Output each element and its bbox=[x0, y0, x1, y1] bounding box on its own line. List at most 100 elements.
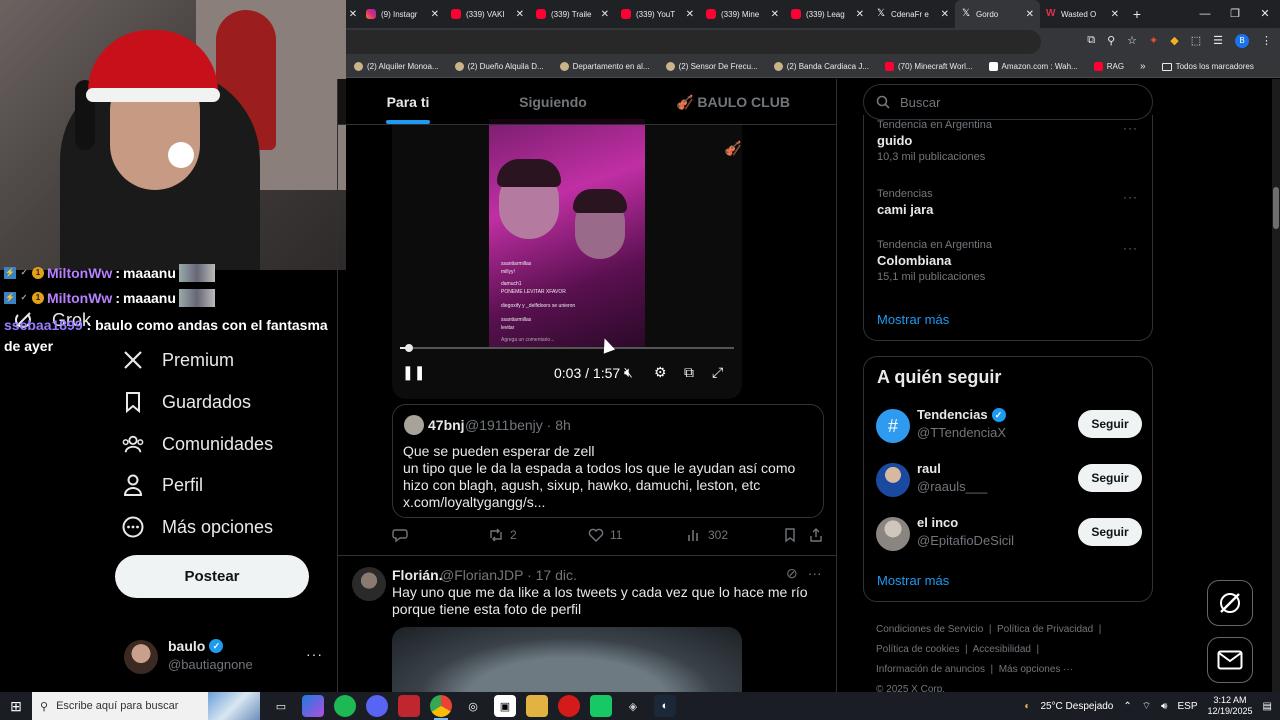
mute-icon[interactable]: 🔇︎ bbox=[624, 364, 633, 381]
messages-floating-button[interactable] bbox=[1207, 637, 1253, 683]
close-tab-icon[interactable]: ✕ bbox=[1026, 9, 1034, 20]
follow-suggestion[interactable]: # Tendencias ✓ @TTendenciaX Seguir bbox=[876, 407, 1144, 447]
browser-menu-icon[interactable]: ⋮ bbox=[1261, 34, 1272, 48]
task-view-icon[interactable]: ▭ bbox=[270, 695, 292, 717]
scrollbar-thumb[interactable] bbox=[1273, 187, 1279, 229]
bookmark-item[interactable]: (70) Minecraft Worl... bbox=[877, 62, 981, 71]
show-more-link[interactable]: Mostrar más bbox=[877, 573, 949, 588]
minimize-icon[interactable]: — bbox=[1190, 0, 1220, 28]
bookmark-star-icon[interactable]: ☆ bbox=[1127, 34, 1137, 48]
close-tab-icon[interactable]: ✕ bbox=[856, 9, 864, 20]
tray-overflow-icon[interactable]: ⌃ bbox=[1123, 701, 1131, 712]
copilot-icon[interactable] bbox=[302, 695, 324, 717]
pause-icon[interactable]: ❚❚ bbox=[402, 364, 425, 381]
video-progress-knob[interactable] bbox=[404, 344, 413, 352]
bookmark-item[interactable]: RAG bbox=[1086, 62, 1132, 71]
close-tab-icon[interactable]: ✕ bbox=[771, 9, 779, 20]
browser-tab[interactable]: (339) YouT ✕ bbox=[615, 0, 700, 28]
kick-icon[interactable] bbox=[590, 695, 612, 717]
reading-list-icon[interactable]: ☰ bbox=[1213, 34, 1223, 48]
close-window-icon[interactable]: ✕ bbox=[1250, 0, 1280, 28]
windows-start-icon[interactable]: ⊞ bbox=[0, 698, 32, 715]
footer-link[interactable]: Política de Privacidad bbox=[997, 624, 1093, 635]
bookmark-button[interactable] bbox=[782, 527, 798, 543]
share-button[interactable] bbox=[808, 527, 824, 543]
tab-siguiendo[interactable]: Siguiendo bbox=[508, 79, 598, 125]
bookmarks-overflow-button[interactable]: » bbox=[1132, 61, 1154, 72]
bookmark-item[interactable]: Departamento en al... bbox=[552, 62, 658, 71]
all-bookmarks-folder[interactable]: Todos los marcadores bbox=[1154, 62, 1262, 71]
tab-para-ti[interactable]: Para ti bbox=[378, 79, 438, 125]
tab-baulo-club[interactable]: 🎻 BAULO CLUB🎻 bbox=[668, 79, 798, 156]
chrome-icon[interactable] bbox=[430, 695, 452, 720]
profile-avatar[interactable]: B bbox=[1235, 34, 1249, 48]
url-field[interactable] bbox=[346, 30, 1041, 54]
footer-link[interactable]: Accesibilidad bbox=[973, 644, 1031, 655]
app-icon[interactable]: ◈ bbox=[622, 695, 644, 717]
close-tab-icon[interactable]: ✕ bbox=[601, 9, 609, 20]
nav-perfil[interactable]: Perfil bbox=[122, 472, 203, 498]
browser-tab[interactable]: (339) Leag ✕ bbox=[785, 0, 870, 28]
footer-link[interactable]: Política de cookies bbox=[876, 644, 959, 655]
like-button[interactable]: 11 bbox=[588, 527, 622, 543]
page-scrollbar[interactable] bbox=[1272, 79, 1280, 692]
weather-text[interactable]: 25°C Despejado bbox=[1040, 701, 1113, 712]
restore-icon[interactable]: ❐ bbox=[1220, 0, 1250, 28]
picture-in-picture-icon[interactable]: ⧉ bbox=[684, 364, 694, 381]
new-tab-button[interactable]: + bbox=[1125, 6, 1149, 22]
browser-tab[interactable]: (9) Instagr ✕ bbox=[360, 0, 445, 28]
opera-icon[interactable] bbox=[558, 695, 580, 717]
grok-explain-icon[interactable]: ⊘ bbox=[786, 565, 798, 582]
app-icon[interactable]: ▣ bbox=[494, 695, 516, 717]
fullscreen-icon[interactable]: ⤢ bbox=[712, 364, 723, 381]
clock[interactable]: 3:12 AM 12/19/2025 bbox=[1208, 695, 1253, 717]
follow-button[interactable]: Seguir bbox=[1078, 410, 1142, 438]
browser-tab[interactable]: W Wasted O ✕ bbox=[1040, 0, 1125, 28]
bookmark-item[interactable]: (2) Sensor De Frecu... bbox=[658, 62, 766, 71]
trend-more-icon[interactable]: ··· bbox=[1123, 190, 1138, 204]
close-tab-icon[interactable]: ✕ bbox=[431, 9, 439, 20]
retweet-button[interactable]: 2 bbox=[488, 527, 517, 543]
bookmark-item[interactable]: Amazon.com : Wah... bbox=[981, 62, 1086, 71]
browser-tab[interactable]: (339) Traile ✕ bbox=[530, 0, 615, 28]
trend-more-icon[interactable]: ··· bbox=[1123, 121, 1138, 135]
quoted-post[interactable]: 47bnj @1911benjy · 8h Que se pueden espe… bbox=[392, 404, 824, 518]
file-explorer-icon[interactable] bbox=[526, 695, 548, 717]
views-button[interactable]: 302 bbox=[686, 527, 728, 543]
taskbar-search-input[interactable]: ⚲ Escribe aquí para buscar bbox=[32, 692, 260, 720]
follow-button[interactable]: Seguir bbox=[1078, 464, 1142, 492]
post-more-icon[interactable]: ··· bbox=[808, 565, 822, 582]
notifications-icon[interactable]: ▤ bbox=[1263, 701, 1272, 712]
footer-link[interactable]: Condiciones de Servicio bbox=[876, 624, 983, 635]
spotify-icon[interactable] bbox=[334, 695, 356, 717]
account-more-icon[interactable]: ··· bbox=[306, 646, 323, 662]
language-indicator[interactable]: ESP bbox=[1177, 701, 1197, 712]
extension-icon[interactable]: ◆ bbox=[1170, 34, 1178, 48]
browser-tab[interactable]: (339) VAKI ✕ bbox=[445, 0, 530, 28]
close-tab-icon[interactable]: ✕ bbox=[346, 9, 360, 20]
show-more-link[interactable]: Mostrar más bbox=[877, 312, 949, 327]
network-icon[interactable]: ⌔ bbox=[1142, 700, 1151, 713]
post-image[interactable] bbox=[392, 627, 742, 692]
app-icon[interactable] bbox=[398, 695, 420, 717]
footer-link[interactable]: Más opciones ··· bbox=[999, 664, 1073, 675]
browser-tab[interactable]: 𝕏 CdenaFr e ✕ bbox=[870, 0, 955, 28]
video-progress-bar[interactable] bbox=[400, 344, 734, 352]
post-author-handle[interactable]: @FlorianJDP · 17 dic. bbox=[440, 567, 577, 583]
browser-tab[interactable]: (339) Mine ✕ bbox=[700, 0, 785, 28]
close-tab-icon[interactable]: ✕ bbox=[941, 9, 949, 20]
extension-icon[interactable]: ✦ bbox=[1149, 34, 1158, 48]
obs-icon[interactable]: ◎ bbox=[462, 695, 484, 717]
nav-mas-opciones[interactable]: Más opciones bbox=[122, 514, 273, 540]
bookmark-item[interactable]: (2) Alquiler Monoa... bbox=[346, 62, 447, 71]
close-tab-icon[interactable]: ✕ bbox=[516, 9, 524, 20]
trend-item[interactable]: Tendencia en Argentina guido 10,3 mil pu… bbox=[877, 119, 992, 163]
close-tab-icon[interactable]: ✕ bbox=[686, 9, 694, 20]
nav-guardados[interactable]: Guardados bbox=[122, 389, 251, 415]
follow-suggestion[interactable]: raul @raauls___ Seguir bbox=[876, 461, 1144, 501]
follow-suggestion[interactable]: el inco @EpitafioDeSicil Seguir bbox=[876, 515, 1144, 555]
bookmark-item[interactable]: (2) Banda Cardiaca J... bbox=[766, 62, 877, 71]
close-tab-icon[interactable]: ✕ bbox=[1111, 9, 1119, 20]
grok-floating-button[interactable] bbox=[1207, 580, 1253, 626]
trend-more-icon[interactable]: ··· bbox=[1123, 241, 1138, 255]
